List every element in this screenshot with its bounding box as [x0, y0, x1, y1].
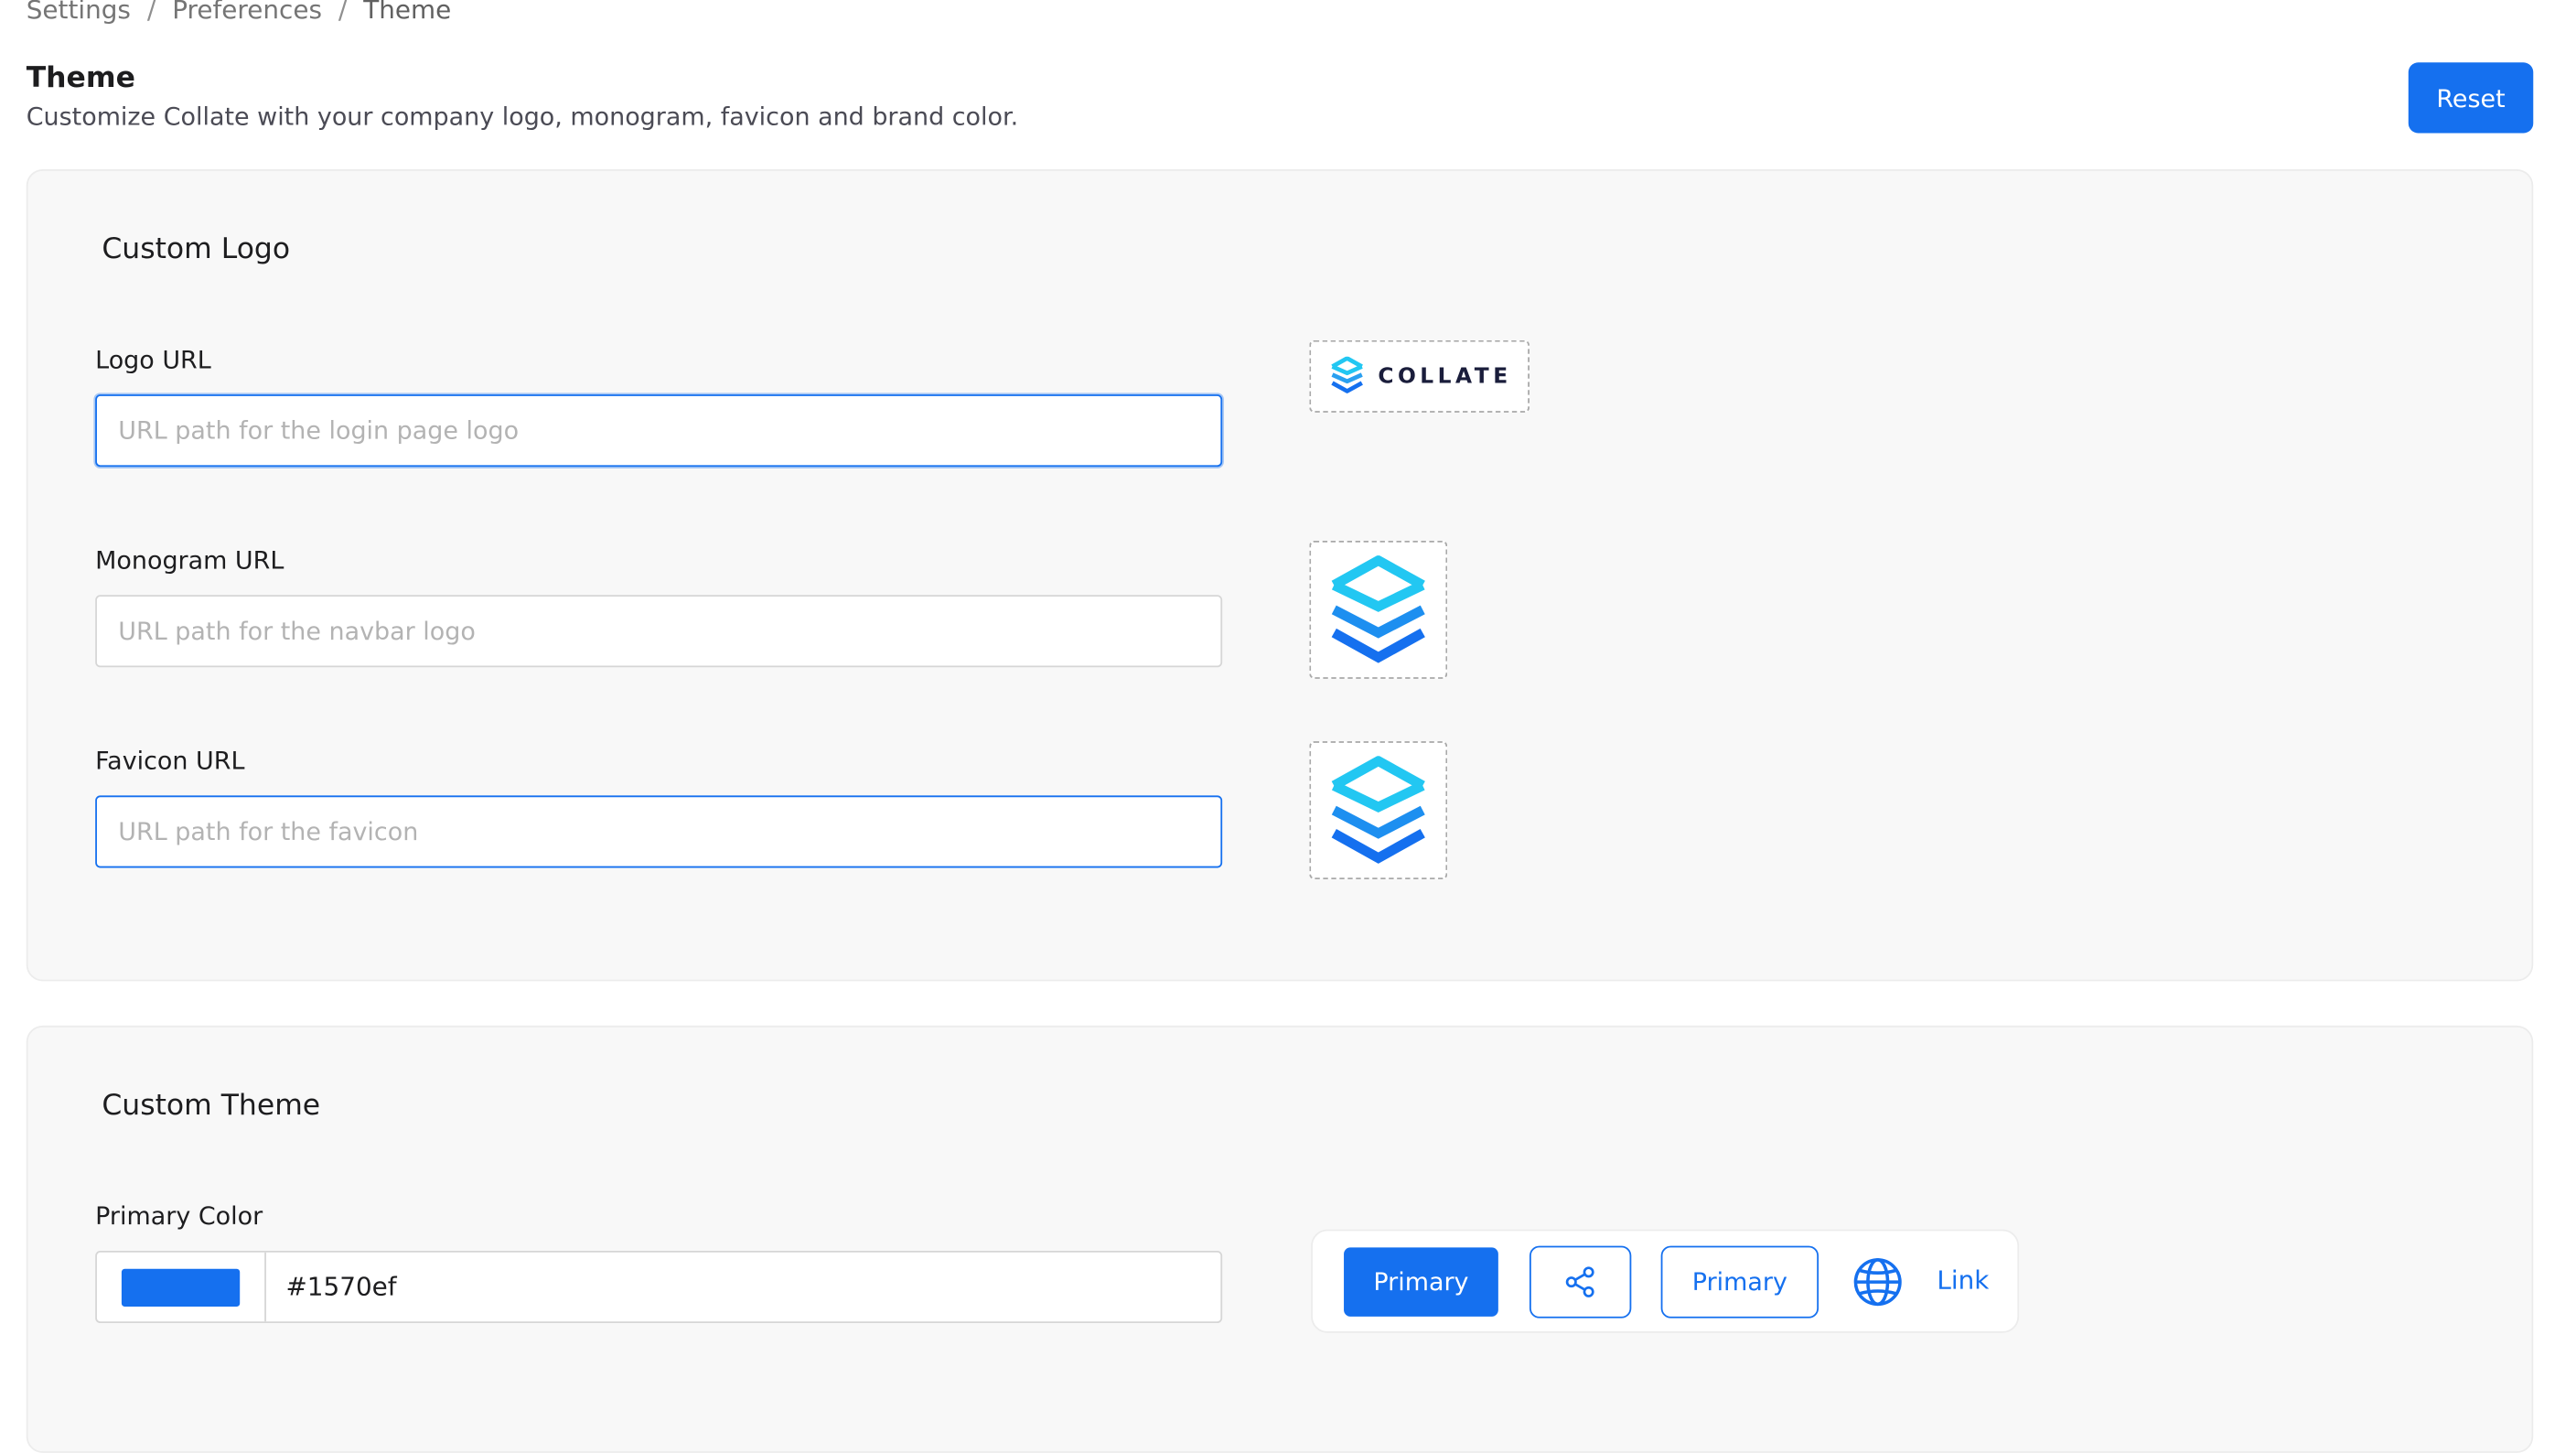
globe-icon[interactable]	[1852, 1255, 1904, 1308]
favicon-url-input[interactable]	[95, 795, 1223, 868]
preview-share-button[interactable]	[1529, 1245, 1632, 1318]
share-icon	[1565, 1266, 1594, 1297]
favicon-preview	[1309, 741, 1448, 880]
custom-logo-title: Custom Logo	[102, 233, 291, 267]
preview-link[interactable]: Link	[1937, 1265, 1989, 1295]
collate-logo-icon	[1330, 356, 1363, 393]
primary-color-label: Primary Color	[95, 1201, 263, 1232]
breadcrumb: Settings / Preferences / Theme	[27, 0, 452, 25]
logo-preview-text: COLLATE	[1378, 363, 1512, 389]
custom-logo-card: Custom Logo Logo URL COLLATE Monogram UR…	[26, 169, 2534, 982]
logo-url-input[interactable]	[95, 394, 1223, 468]
preview-outline-button[interactable]: Primary	[1660, 1245, 1819, 1318]
preview-primary-button[interactable]: Primary	[1344, 1247, 1498, 1317]
favicon-url-label: Favicon URL	[95, 746, 245, 776]
collate-monogram-icon	[1331, 555, 1425, 663]
breadcrumb-separator: /	[146, 0, 156, 25]
page-title: Theme	[26, 62, 135, 96]
custom-theme-title: Custom Theme	[102, 1089, 321, 1123]
page-subtitle: Customize Collate with your company logo…	[26, 102, 1019, 132]
logo-url-label: Logo URL	[95, 345, 211, 375]
breadcrumb-theme: Theme	[363, 0, 452, 25]
monogram-preview	[1309, 540, 1448, 679]
theme-preview-bar: Primary Primary Link	[1311, 1229, 2020, 1333]
monogram-url-input[interactable]	[95, 595, 1223, 668]
collate-favicon-icon	[1331, 756, 1425, 864]
primary-color-field: #1570ef	[95, 1250, 1223, 1324]
logo-preview: COLLATE	[1309, 339, 1530, 413]
monogram-url-label: Monogram URL	[95, 545, 284, 576]
color-swatch	[121, 1267, 241, 1307]
reset-button[interactable]: Reset	[2408, 62, 2534, 134]
primary-color-hex-input[interactable]: #1570ef	[266, 1253, 1220, 1321]
breadcrumb-preferences[interactable]: Preferences	[172, 0, 322, 25]
breadcrumb-separator: /	[338, 0, 348, 25]
custom-theme-card: Custom Theme Primary Color #1570ef Prima…	[26, 1025, 2534, 1453]
theme-settings-page: Settings / Preferences / Theme Theme Cus…	[0, 0, 2576, 1453]
breadcrumb-settings[interactable]: Settings	[27, 0, 131, 25]
color-picker-button[interactable]	[97, 1252, 266, 1322]
